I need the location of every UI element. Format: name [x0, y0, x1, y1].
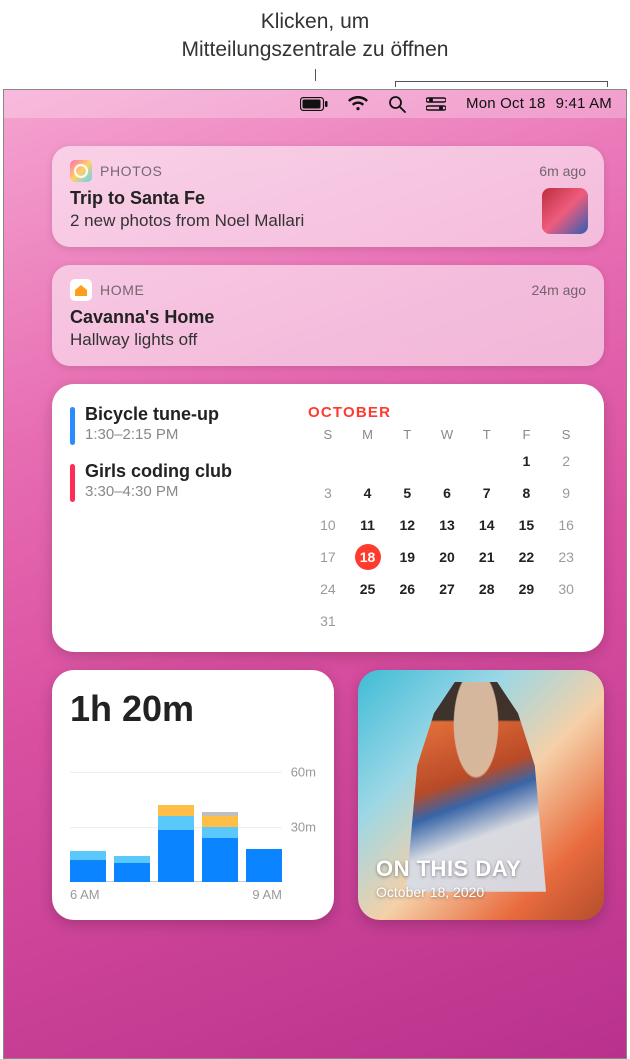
calendar-events: Bicycle tune-up 1:30–2:15 PM Girls codin… — [70, 404, 290, 634]
screentime-xlabel: 6 AM — [70, 887, 100, 902]
event-time: 3:30–4:30 PM — [85, 483, 232, 500]
calendar-day[interactable]: 2 — [546, 448, 586, 474]
calendar-month-label: OCTOBER — [308, 404, 586, 421]
screentime-total: 1h 20m — [70, 688, 316, 730]
notification-title: Trip to Santa Fe — [70, 188, 586, 209]
event-color-bar — [70, 464, 75, 502]
screentime-ylabel: 60m — [291, 764, 316, 779]
desktop: Mon Oct 18 9:41 AM PHOTOS 6m ago Trip to… — [3, 89, 627, 1059]
screentime-bar — [246, 849, 282, 882]
menubar-date: Mon Oct 18 — [466, 95, 546, 112]
calendar-day[interactable]: 14 — [467, 512, 507, 538]
photos-memory-widget[interactable]: ON THIS DAY October 18, 2020 — [358, 670, 604, 920]
calendar-day[interactable]: 13 — [427, 512, 467, 538]
notification-body: 2 new photos from Noel Mallari — [70, 211, 586, 231]
calendar-day[interactable]: 18 — [355, 544, 381, 570]
calendar-dow-label: W — [427, 427, 467, 442]
calendar-day[interactable]: 27 — [427, 576, 467, 602]
notification-time: 6m ago — [539, 163, 586, 179]
calendar-event[interactable]: Girls coding club 3:30–4:30 PM — [70, 461, 290, 502]
callout-bracket — [20, 69, 610, 89]
notification-title: Cavanna's Home — [70, 307, 586, 328]
calendar-day[interactable]: 31 — [308, 608, 348, 634]
screentime-xlabel: 9 AM — [252, 887, 282, 902]
screentime-bar — [114, 856, 150, 882]
calendar-dow-label: S — [308, 427, 348, 442]
calendar-day[interactable]: 8 — [507, 480, 547, 506]
screentime-widget[interactable]: 1h 20m 60m 30m 6 AM 9 AM — [52, 670, 334, 920]
photos-app-icon — [70, 160, 92, 182]
calendar-day[interactable]: 20 — [427, 544, 467, 570]
notification-app-name: PHOTOS — [100, 163, 162, 179]
calendar-day[interactable]: 12 — [387, 512, 427, 538]
calendar-day[interactable]: 23 — [546, 544, 586, 570]
calendar-day[interactable]: 6 — [427, 480, 467, 506]
calendar-day[interactable]: 16 — [546, 512, 586, 538]
calendar-dow-label: M — [348, 427, 388, 442]
calendar-month-view: OCTOBER SMTWTFS1234567891011121314151617… — [308, 404, 586, 634]
home-app-icon — [70, 279, 92, 301]
calendar-day[interactable]: 11 — [348, 512, 388, 538]
annotation-callout: Klicken, um Mitteilungszentrale zu öffne… — [0, 0, 630, 69]
calendar-day[interactable]: 21 — [467, 544, 507, 570]
wifi-icon[interactable] — [348, 96, 368, 111]
calendar-event[interactable]: Bicycle tune-up 1:30–2:15 PM — [70, 404, 290, 445]
calendar-day[interactable]: 19 — [387, 544, 427, 570]
calendar-day[interactable]: 24 — [308, 576, 348, 602]
screentime-bar — [202, 812, 238, 882]
calendar-day[interactable]: 30 — [546, 576, 586, 602]
screentime-bar — [70, 851, 106, 882]
calendar-day[interactable]: 5 — [387, 480, 427, 506]
control-center-icon[interactable] — [426, 97, 446, 111]
calendar-day[interactable]: 3 — [308, 480, 348, 506]
event-title: Bicycle tune-up — [85, 404, 219, 425]
notification-photos[interactable]: PHOTOS 6m ago Trip to Santa Fe 2 new pho… — [52, 146, 604, 247]
annotation-line2: Mitteilungszentrale zu öffnen — [20, 36, 610, 64]
screentime-chart: 60m 30m 6 AM 9 AM — [70, 752, 316, 902]
screentime-ylabel: 30m — [291, 819, 316, 834]
calendar-dow-label: T — [387, 427, 427, 442]
photos-memory-title: ON THIS DAY — [376, 856, 521, 882]
notification-app-name: HOME — [100, 282, 144, 298]
photos-memory-date: October 18, 2020 — [376, 884, 521, 900]
calendar-day[interactable]: 28 — [467, 576, 507, 602]
event-time: 1:30–2:15 PM — [85, 426, 219, 443]
calendar-day[interactable]: 9 — [546, 480, 586, 506]
notification-center: PHOTOS 6m ago Trip to Santa Fe 2 new pho… — [4, 118, 626, 944]
screentime-bar — [158, 805, 194, 882]
notification-home[interactable]: HOME 24m ago Cavanna's Home Hallway ligh… — [52, 265, 604, 366]
annotation-line1: Klicken, um — [20, 8, 610, 36]
battery-icon[interactable] — [300, 97, 328, 111]
calendar-dow-label: T — [467, 427, 507, 442]
calendar-day[interactable]: 1 — [507, 448, 547, 474]
menubar-datetime[interactable]: Mon Oct 18 9:41 AM — [466, 95, 612, 112]
notification-body: Hallway lights off — [70, 330, 586, 350]
calendar-day[interactable]: 4 — [348, 480, 388, 506]
calendar-day[interactable]: 22 — [507, 544, 547, 570]
event-title: Girls coding club — [85, 461, 232, 482]
calendar-day[interactable]: 15 — [507, 512, 547, 538]
notification-thumbnail — [542, 188, 588, 234]
spotlight-icon[interactable] — [388, 95, 406, 113]
notification-time: 24m ago — [532, 282, 586, 298]
calendar-day[interactable]: 17 — [308, 544, 348, 570]
calendar-dow-label: F — [507, 427, 547, 442]
calendar-day[interactable]: 26 — [387, 576, 427, 602]
calendar-widget[interactable]: Bicycle tune-up 1:30–2:15 PM Girls codin… — [52, 384, 604, 652]
calendar-day[interactable]: 25 — [348, 576, 388, 602]
calendar-day[interactable]: 10 — [308, 512, 348, 538]
calendar-day[interactable]: 7 — [467, 480, 507, 506]
menubar-time: 9:41 AM — [556, 95, 612, 112]
menubar: Mon Oct 18 9:41 AM — [4, 90, 626, 118]
calendar-day[interactable]: 29 — [507, 576, 547, 602]
calendar-dow-label: S — [546, 427, 586, 442]
event-color-bar — [70, 407, 75, 445]
